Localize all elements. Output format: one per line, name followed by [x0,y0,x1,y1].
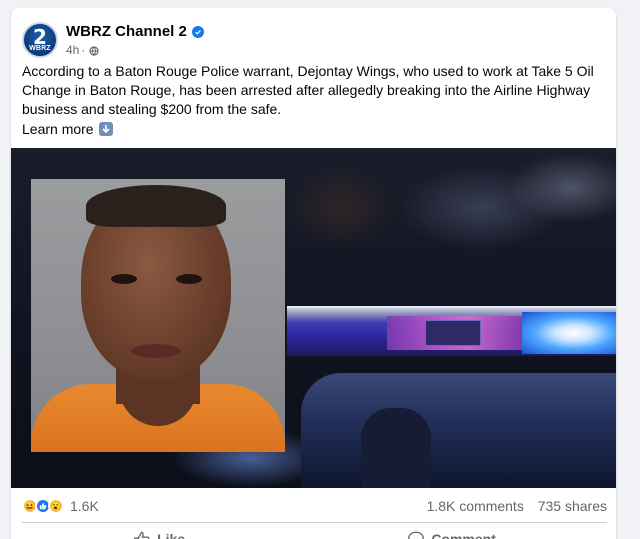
learn-more-label: Learn more [22,121,94,137]
police-car-roof [301,373,616,488]
post-actions: Like Comment [22,524,607,539]
lightbar-blue-light [522,312,616,354]
mugshot-photo [31,179,285,452]
mugshot-right-eye [176,274,202,284]
like-label: Like [157,531,186,539]
comments-count[interactable]: 1.8K comments [427,498,524,514]
mugshot-mouth [131,344,181,358]
mugshot-left-eye [111,274,137,284]
avatar-number: 2 [33,25,47,49]
engagement-counts: 1.8K comments 735 shares [417,498,607,514]
verified-badge-icon [191,25,204,38]
avatar-brand: WBRZ [29,45,51,52]
meta-separator: · [81,43,86,57]
thumbs-up-icon [134,531,150,539]
comment-label: Comment [431,531,496,539]
reactions-summary[interactable]: 😆 😮 1.6K [22,498,99,514]
shares-count[interactable]: 735 shares [538,498,607,514]
lightbar-center-module [425,320,481,346]
police-lightbar [287,306,616,356]
post-time[interactable]: 4h [66,43,79,57]
wow-reaction-icon: 😮 [48,498,64,514]
post-image[interactable] [11,148,616,488]
globe-icon[interactable] [89,45,99,56]
page-name[interactable]: WBRZ Channel 2 [66,23,187,40]
actions-divider [22,522,607,523]
page-avatar[interactable]: 2 WBRZ [22,22,58,58]
car-mirror [361,408,431,488]
comment-button[interactable]: Comment [399,526,504,539]
post-text: According to a Baton Rouge Police warran… [22,63,594,117]
mugshot-hair [86,185,226,227]
post-meta: 4h · [66,43,204,57]
comment-bubble-icon [408,531,425,539]
learn-more-link[interactable]: Learn more [22,121,113,137]
post-card: 2 WBRZ WBRZ Channel 2 4h · According to … [11,8,616,539]
like-button[interactable]: Like [125,526,193,539]
reaction-count[interactable]: 1.6K [70,498,99,514]
header-text: WBRZ Channel 2 4h · [66,23,204,57]
page-name-row: WBRZ Channel 2 [66,23,204,40]
post-header: 2 WBRZ WBRZ Channel 2 4h · [22,20,204,60]
down-arrow-icon [98,122,113,136]
post-stats: 😆 😮 1.6K 1.8K comments 735 shares [22,496,607,516]
